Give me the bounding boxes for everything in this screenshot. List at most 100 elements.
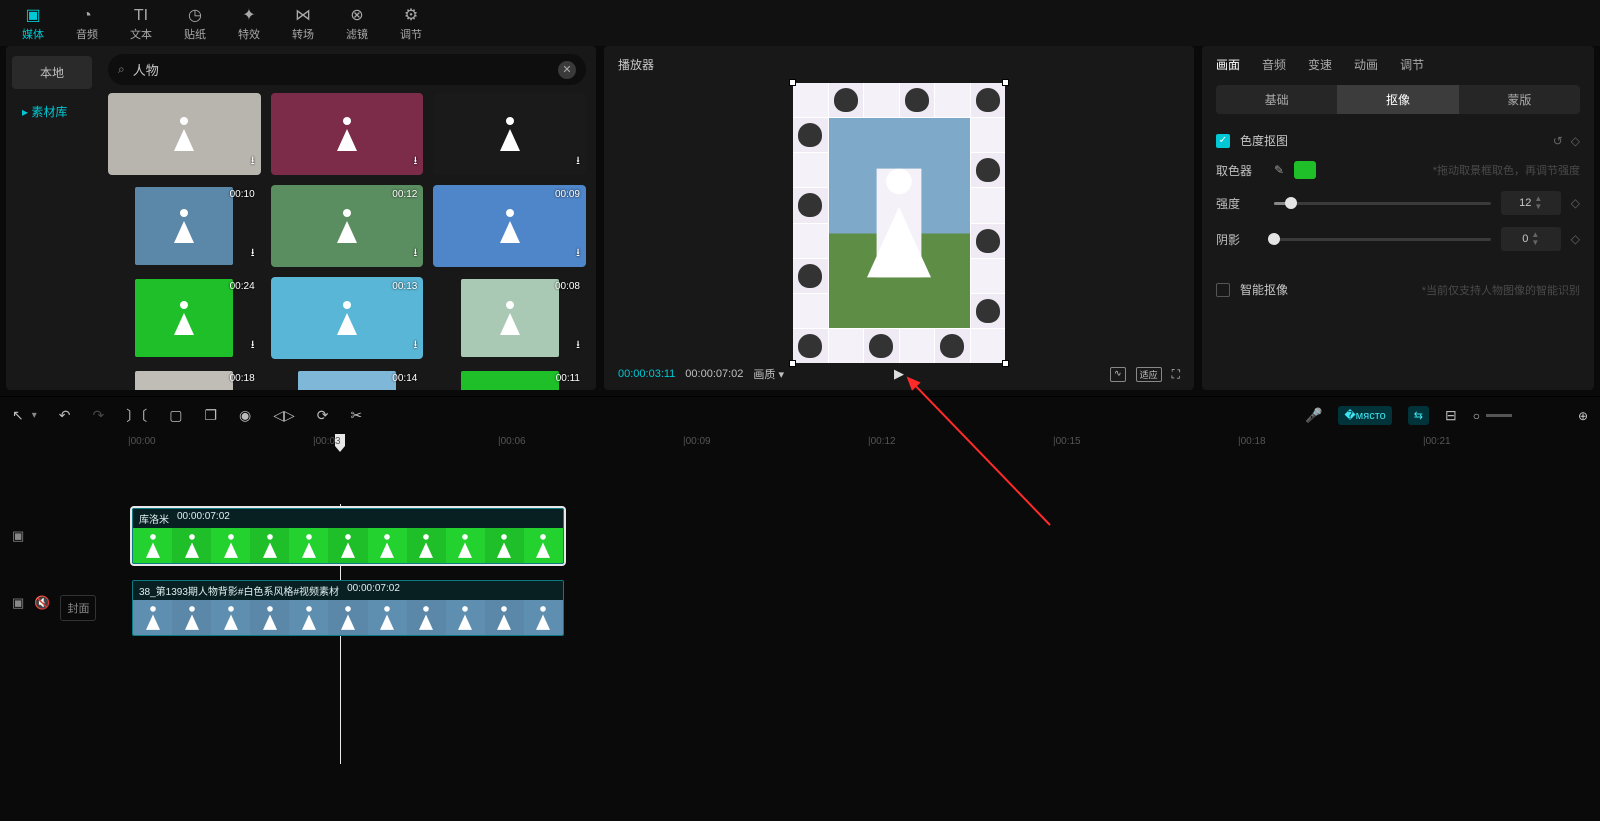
thumbnail-item[interactable]: 00:24⭳ [108, 277, 261, 359]
insp-tab-audio[interactable]: 音频 [1262, 56, 1286, 73]
thumbnail-item[interactable]: 00:14⭳ [271, 369, 424, 390]
keyframe-icon[interactable]: ◇ [1571, 196, 1580, 210]
thumbnail-item[interactable]: ⭳ [108, 93, 261, 175]
ruler-tick[interactable]: |00:12 [868, 436, 896, 447]
chroma-checkbox[interactable]: ✓ [1216, 134, 1230, 148]
download-icon[interactable]: ⭳ [413, 336, 417, 355]
download-icon[interactable]: ⭳ [251, 152, 255, 171]
insp-tab-speed[interactable]: 变速 [1308, 56, 1332, 73]
eyedropper-icon[interactable]: ✎ [1274, 163, 1284, 177]
tab-sticker[interactable]: ◷ 贴纸 [172, 4, 218, 42]
ruler-tick[interactable]: |00:00 [128, 436, 156, 447]
thumbnail-item[interactable]: 00:10⭳ [108, 185, 261, 267]
resize-handle[interactable] [1002, 79, 1009, 86]
shadow-slider[interactable] [1274, 238, 1491, 241]
split-icon[interactable]: 〕〔 [126, 406, 147, 426]
mirror-icon[interactable]: ◁▷ [273, 407, 295, 424]
search-input[interactable] [129, 58, 558, 81]
resize-handle[interactable] [789, 79, 796, 86]
tab-effect[interactable]: ✦ 特效 [226, 4, 272, 42]
tab-audio[interactable]: ◔ 音频 [64, 4, 110, 42]
ruler-tick[interactable]: |00:03 [313, 436, 341, 447]
magnet-icon[interactable]: �място [1338, 406, 1391, 425]
ruler-tick[interactable]: |00:18 [1238, 436, 1266, 447]
download-icon[interactable]: ⭳ [576, 336, 580, 355]
preview-canvas[interactable] [793, 83, 1005, 363]
rotate-icon[interactable]: ⟳ [317, 407, 329, 424]
copy-icon[interactable]: ❐ [204, 407, 217, 424]
subtab-cutout[interactable]: 抠像 [1337, 85, 1458, 114]
color-swatch[interactable] [1294, 161, 1316, 179]
keyframe-icon[interactable]: ◇ [1571, 134, 1580, 148]
download-icon[interactable]: ⭳ [413, 152, 417, 171]
thumbnail-item[interactable]: 00:12⭳ [271, 185, 424, 267]
media-nav-local[interactable]: 本地 [12, 56, 92, 89]
download-icon[interactable]: ⭳ [576, 152, 580, 171]
download-icon[interactable]: ⭳ [251, 336, 255, 355]
waveform-icon[interactable]: ∿ [1110, 367, 1126, 382]
quality-menu[interactable]: 画质 ▾ [753, 366, 784, 382]
timeline-toolbar: ↖ ▾ ↶ ↷ 〕〔 ▢ ❐ ◉ ◁▷ ⟳ ✂ 🎤 �място ⇆ ⊟ ○ ⊕ [0, 396, 1600, 434]
speed-icon[interactable]: ◉ [239, 407, 251, 424]
pointer-menu-icon[interactable]: ▾ [32, 410, 37, 421]
play-button[interactable]: ▶ [894, 366, 904, 382]
clip-b[interactable]: 38_第1393期人物背影#白色系风格#视频素材 00:00:07:02 [132, 580, 564, 636]
subtab-mask[interactable]: 蒙版 [1459, 85, 1580, 114]
subtab-basic[interactable]: 基础 [1216, 85, 1337, 114]
crop2-icon[interactable]: ✂ [351, 407, 363, 424]
mic-icon[interactable]: 🎤 [1305, 407, 1322, 424]
undo-icon[interactable]: ↶ [59, 407, 71, 424]
crop-icon[interactable]: ▢ [169, 407, 182, 424]
timeline-ruler[interactable]: |00:00 |00:03 |00:06 |00:09 |00:12 |00:15 |00:… [12, 434, 1588, 456]
link-icon[interactable]: ⇆ [1408, 406, 1429, 425]
tab-text[interactable]: TI 文本 [118, 4, 164, 42]
media-nav-library[interactable]: ▸ 素材库 [12, 95, 92, 128]
redo-icon[interactable]: ↷ [93, 407, 105, 424]
ruler-tick[interactable]: |00:06 [498, 436, 526, 447]
smart-checkbox[interactable] [1216, 283, 1230, 297]
thumbnail-item[interactable]: 00:09⭳ [433, 185, 586, 267]
zoom-slider[interactable] [1486, 414, 1512, 417]
insp-tab-adjust[interactable]: 调节 [1400, 56, 1424, 73]
align-icon[interactable]: ⊟ [1445, 407, 1457, 424]
thumbnail-item[interactable]: 00:13⭳ [271, 277, 424, 359]
mute-icon[interactable]: 🔇 [34, 595, 50, 621]
fullscreen-icon[interactable]: ⛶ [1172, 367, 1180, 382]
clear-search-button[interactable]: ✕ [558, 61, 576, 79]
download-icon[interactable]: ⭳ [251, 244, 255, 263]
tab-media[interactable]: ▣ 媒体 [10, 4, 56, 42]
track-toggle-icon[interactable]: ▣ [12, 528, 24, 544]
download-icon[interactable]: ⭳ [576, 244, 580, 263]
pointer-tool-icon[interactable]: ↖ [12, 407, 24, 424]
ruler-tick[interactable]: |00:09 [683, 436, 711, 447]
cover-button[interactable]: 封面 [60, 595, 96, 621]
clip-a[interactable]: 库洛米 00:00:07:02 [132, 508, 564, 564]
adapt-button[interactable]: 适应 [1136, 367, 1162, 382]
download-icon[interactable]: ⭳ [413, 244, 417, 263]
insp-tab-animation[interactable]: 动画 [1354, 56, 1378, 73]
thumbnail-item[interactable]: 00:18⭳ [108, 369, 261, 390]
top-tabs: ▣ 媒体 ◔ 音频 TI 文本 ◷ 贴纸 ✦ 特效 ⋈ 转场 ⊗ 滤镜 ⚙ 调节 [0, 0, 1600, 46]
ruler-tick[interactable]: |00:21 [1423, 436, 1451, 447]
tab-filter[interactable]: ⊗ 滤镜 [334, 4, 380, 42]
thumbnail-item[interactable]: 00:11⭳ [433, 369, 586, 390]
ruler-tick[interactable]: |00:15 [1053, 436, 1081, 447]
timecode-total: 00:00:07:02 [685, 368, 743, 380]
insp-tab-picture[interactable]: 画面 [1216, 56, 1240, 73]
strength-value[interactable]: 12 ▲▼ [1501, 191, 1561, 215]
picker-hint: *拖动取景框取色，再调节强度 [1433, 162, 1580, 178]
tab-adjust[interactable]: ⚙ 调节 [388, 4, 434, 42]
keyframe-icon[interactable]: ◇ [1571, 232, 1580, 246]
thumbnail-grid: ⭳⭳⭳00:10⭳00:12⭳00:09⭳00:24⭳00:13⭳00:08⭳0… [108, 93, 586, 390]
thumbnail-item[interactable]: ⭳ [433, 93, 586, 175]
timeline-tracks: ▣ 库洛米 00:00:07:02 ▣ 🔇 封面 38_第1393期人物背影#白… [12, 504, 1588, 640]
strength-slider[interactable] [1274, 202, 1491, 205]
shadow-value[interactable]: 0 ▲▼ [1501, 227, 1561, 251]
track-toggle-icon[interactable]: ▣ [12, 595, 24, 621]
reset-icon[interactable]: ↺ [1553, 134, 1563, 148]
thumbnail-item[interactable]: 00:08⭳ [433, 277, 586, 359]
tab-transition[interactable]: ⋈ 转场 [280, 4, 326, 42]
zoom-in-icon[interactable]: ⊕ [1578, 409, 1588, 423]
thumbnail-item[interactable]: ⭳ [271, 93, 424, 175]
zoom-out-icon[interactable]: ○ [1473, 409, 1480, 423]
